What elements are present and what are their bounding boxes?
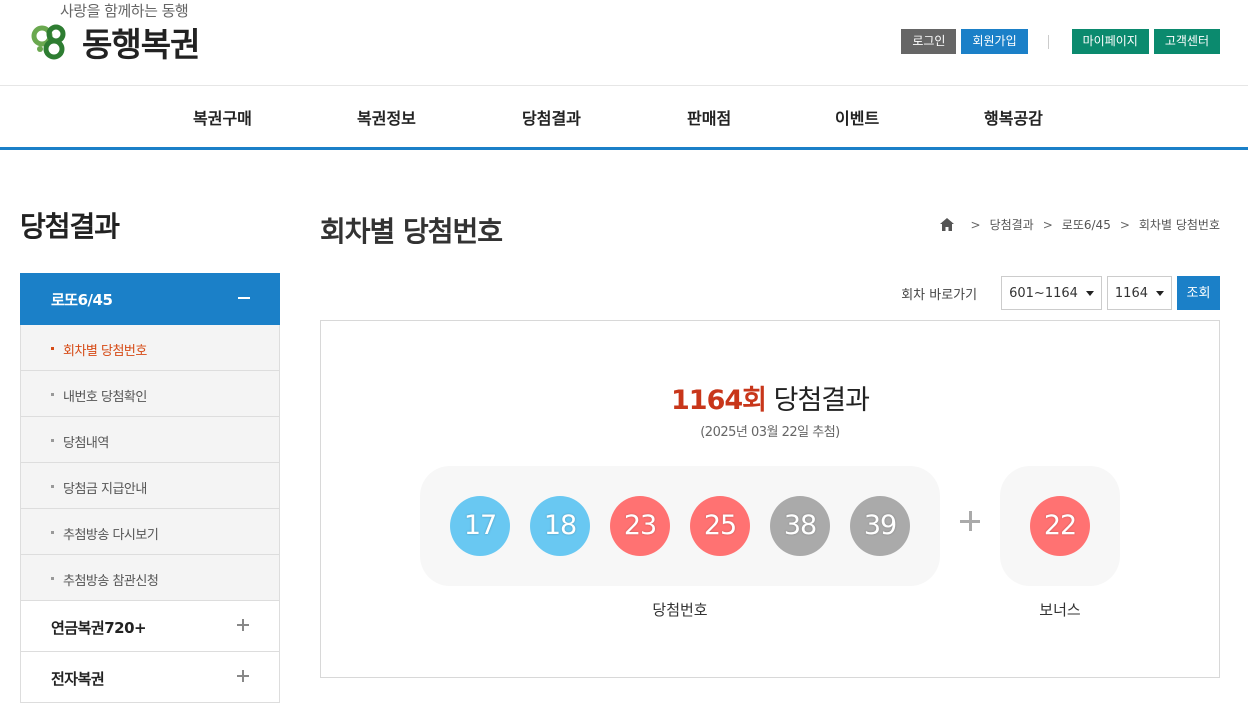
round-select-value: 1164 — [1114, 285, 1148, 301]
bullet-icon — [51, 393, 54, 396]
collapse-icon[interactable] — [238, 287, 250, 307]
login-button[interactable]: 로그인 — [901, 29, 957, 54]
sidebar-group-label: 연금복권720+ — [51, 619, 147, 637]
divider — [1047, 34, 1049, 49]
nav-happiness[interactable]: 행복공감 — [984, 105, 1043, 129]
bullet-icon — [51, 577, 54, 580]
chevron-right-icon: > — [1119, 217, 1130, 232]
clover-logo-icon — [31, 24, 66, 60]
sidebar-item-label: 추첨방송 참관신청 — [63, 574, 159, 589]
support-button[interactable]: 고객센터 — [1153, 29, 1220, 54]
sidebar-submenu: 회차별 당첨번호 내번호 당첨확인 당첨내역 당첨금 지급안내 추첨방송 다시보… — [20, 325, 280, 601]
breadcrumb-item[interactable]: 회차별 당첨번호 — [1139, 216, 1220, 233]
bonus-caption: 보너스 — [1039, 601, 1081, 619]
expand-icon[interactable] — [237, 619, 249, 631]
sidebar-item-draw-attendance[interactable]: 추첨방송 참관신청 — [21, 555, 279, 601]
nav-buy[interactable]: 복권구매 — [193, 105, 252, 129]
breadcrumb: > 당첨결과 > 로또6/45 > 회차별 당첨번호 — [939, 216, 1220, 233]
brand-name: 동행복권 — [82, 25, 200, 64]
range-select[interactable]: 601~1164 — [1001, 276, 1102, 310]
signup-button[interactable]: 회원가입 — [961, 29, 1028, 54]
mypage-button[interactable]: 마이페이지 — [1071, 29, 1149, 54]
lotto-ball: 23 — [610, 496, 670, 556]
sidebar-item-draw-replay[interactable]: 추첨방송 다시보기 — [21, 509, 279, 555]
winning-numbers-caption: 당첨번호 — [652, 601, 708, 619]
sidebar-item-label: 추첨방송 다시보기 — [63, 528, 159, 543]
sidebar-item-label: 내번호 당첨확인 — [63, 390, 147, 405]
round-search-bar: 회차 바로가기 601~1164 1164 조회 — [901, 276, 1220, 310]
nav-results[interactable]: 당첨결과 — [522, 105, 581, 129]
sidebar-group-e-lottery[interactable]: 전자복권 — [20, 652, 280, 703]
bullet-icon — [51, 485, 54, 488]
main-navigation: 복권구매 복권정보 당첨결과 판매점 이벤트 행복공감 — [0, 86, 1248, 150]
breadcrumb-item[interactable]: 로또6/45 — [1062, 216, 1111, 233]
logo[interactable]: 사랑을 함께하는 동행 동행복권 — [30, 0, 230, 70]
winning-numbers: 17 18 23 25 38 39 — [420, 466, 940, 586]
range-select-value: 601~1164 — [1009, 285, 1078, 301]
sidebar-item-label: 회차별 당첨번호 — [63, 344, 147, 359]
bonus-ball: 22 — [1030, 496, 1090, 556]
nav-events[interactable]: 이벤트 — [835, 105, 879, 129]
sidebar-group-label: 전자복권 — [51, 670, 105, 688]
bullet-icon — [51, 347, 54, 350]
sidebar-item-winning-history[interactable]: 당첨내역 — [21, 417, 279, 463]
lotto-ball: 39 — [850, 496, 910, 556]
bullet-icon — [51, 439, 54, 442]
page-title: 회차별 당첨번호 — [320, 215, 503, 248]
plus-icon — [960, 511, 980, 531]
result-title-suffix: 당첨결과 — [766, 385, 870, 416]
sidebar-item-round-results[interactable]: 회차별 당첨번호 — [21, 325, 279, 371]
lotto-ball: 25 — [690, 496, 750, 556]
lotto-ball: 17 — [450, 496, 510, 556]
lotto-ball: 38 — [770, 496, 830, 556]
home-icon[interactable] — [939, 218, 954, 231]
bullet-icon — [51, 531, 54, 534]
chevron-right-icon: > — [1042, 217, 1053, 232]
bonus-number: 22 — [1000, 466, 1120, 586]
result-title: 1164회 당첨결과 — [321, 378, 1219, 417]
expand-icon[interactable] — [237, 670, 249, 682]
draw-date: (2025년 03월 22일 추첨) — [700, 425, 840, 440]
sidebar-title: 당첨결과 — [20, 210, 120, 243]
round-number: 1164회 — [671, 385, 767, 416]
result-panel: 1164회 당첨결과 (2025년 03월 22일 추첨) 17 18 23 2… — [320, 320, 1220, 678]
utility-links: 로그인 회원가입 마이페이지 고객센터 — [896, 29, 1220, 54]
search-button[interactable]: 조회 — [1177, 276, 1220, 310]
sidebar-group-label: 로또6/45 — [51, 291, 113, 309]
breadcrumb-item[interactable]: 당첨결과 — [990, 216, 1034, 233]
chevron-right-icon: > — [970, 217, 981, 232]
sidebar-item-check-my-numbers[interactable]: 내번호 당첨확인 — [21, 371, 279, 417]
nav-info[interactable]: 복권정보 — [357, 105, 416, 129]
sidebar-item-label: 당첨금 지급안내 — [63, 482, 147, 497]
caret-down-icon — [1085, 290, 1094, 296]
nav-stores[interactable]: 판매점 — [687, 105, 731, 129]
sidebar: 로또6/45 회차별 당첨번호 내번호 당첨확인 당첨내역 당첨금 지급안내 추… — [20, 273, 280, 703]
lotto-ball: 18 — [530, 496, 590, 556]
sidebar-item-payout-guide[interactable]: 당첨금 지급안내 — [21, 463, 279, 509]
sidebar-item-label: 당첨내역 — [63, 436, 109, 451]
sidebar-group-pension720[interactable]: 연금복권720+ — [20, 601, 280, 652]
goto-label: 회차 바로가기 — [901, 287, 978, 303]
sidebar-group-lotto645[interactable]: 로또6/45 — [20, 273, 280, 325]
caret-down-icon — [1156, 290, 1164, 296]
top-header: 사랑을 함께하는 동행 동행복권 로그인 회원가입 마이페이지 고객센터 — [0, 0, 1248, 86]
round-select[interactable]: 1164 — [1106, 276, 1172, 310]
